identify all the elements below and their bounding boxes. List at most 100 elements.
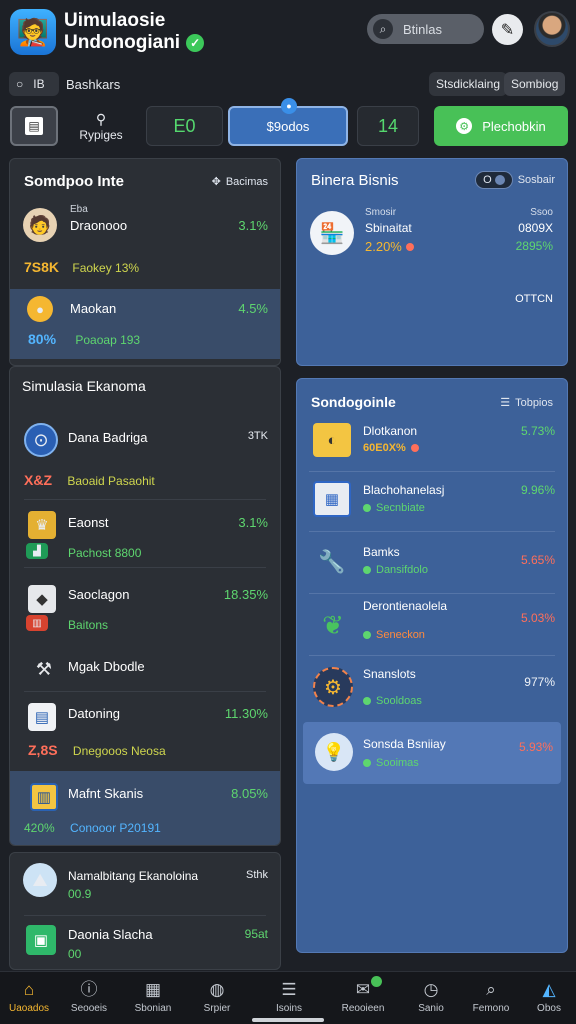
gear-network-icon: ⚙ [313, 667, 353, 707]
panel-title: Binera Bisnis [311, 172, 399, 189]
item-name: Snanslots [363, 667, 416, 681]
panel-title: Sondogoinle [311, 394, 396, 410]
nav-calendar[interactable]: ▦ Sbonian [124, 980, 182, 1014]
home-indicator [252, 1018, 324, 1022]
item-name: Daonia Slacha [68, 927, 153, 942]
business-pct: 2.20% [365, 239, 414, 254]
panel-meta[interactable]: ✥ Bacimas [212, 175, 268, 189]
list-item[interactable]: ● Maokan 4.5% 80% Poaoap 193 [10, 289, 280, 359]
nav-globe[interactable]: ◍ Srpier [188, 980, 246, 1014]
toggle-switch[interactable]: O [475, 171, 513, 189]
nav-home[interactable]: ⌂ Uaoados [0, 980, 58, 1014]
list-item[interactable]: ▥ Mafnt Skanis 8.05% 420% Conooor P20191 [10, 771, 280, 845]
nav-chart[interactable]: ◭ Obos [520, 980, 576, 1014]
panel-meta[interactable]: O Sosbair [475, 171, 555, 189]
item-sub: Baitons [68, 618, 109, 632]
list-item[interactable]: ◆ Saoclagon 18.35% ▥ Baitons [10, 575, 280, 637]
chart-icon: ▟ [26, 543, 48, 559]
bottom-nav: ⌂ Uaoados ⓘ Seooeis ▦ Sbonian ◍ Srpier ☰ Isoi… [0, 971, 576, 1024]
item-name: Dana Badriga [68, 430, 148, 445]
message-icon: ✉ [355, 980, 371, 999]
user-avatar[interactable] [534, 11, 570, 47]
search-bar[interactable]: ⌕ Btinlas [367, 14, 484, 44]
bar-chart-icon: ▥ [26, 615, 48, 631]
nav-clock[interactable]: ◷ Sanio [402, 980, 460, 1014]
filter-label: Bashkars [66, 77, 121, 92]
divider [24, 499, 266, 500]
business-name: Sbinaitat [365, 221, 412, 235]
filter-chip-2[interactable]: Sombiog [504, 72, 566, 96]
leaf-icon: ❦ [322, 609, 344, 640]
nav-search[interactable]: ⌕ Femono [462, 980, 520, 1014]
list-item[interactable]: ♛ Eaonst 3.1% ▟ Pachost 8800 [10, 503, 280, 565]
nav-info[interactable]: ⓘ Seooeis [60, 980, 118, 1014]
item-sub: Z,8S Dnegooos Neosa [28, 742, 166, 758]
list-item[interactable]: 🧑 Eba Draonooo 3.1% 7S8K Faokey 13% [10, 199, 280, 289]
tools-icon: ⚒ [35, 658, 53, 679]
item-sub: Seneckon [363, 629, 425, 641]
document-chart-icon: ▤ [28, 703, 56, 731]
shop-icon: 🏪 [310, 211, 354, 255]
item-pct: 18.35% [223, 587, 268, 602]
list-icon: ☰ [281, 980, 297, 999]
divider [309, 655, 555, 656]
item-name: Mgak Dbodle [68, 659, 145, 674]
trophy-icon: ♛ [28, 511, 56, 539]
app-logo[interactable]: 🧑‍🏫 [10, 9, 56, 55]
item-pct: 8.05% [231, 786, 268, 801]
item-pct: 95at [244, 927, 268, 941]
item-sub: Sooimas [363, 757, 419, 769]
small-label: Smosir [365, 207, 397, 218]
stat-14[interactable]: 14 [357, 106, 419, 146]
action-button[interactable]: ⚙ Plechobkin [434, 106, 568, 146]
info-icon: ⓘ [80, 980, 98, 999]
left-panel-3: ⛰ Namalbitang Ekanoloina Sthk 00.9 ▣ Dao… [9, 852, 281, 970]
list-item[interactable]: ⚙ Snanslots Sooldoas 977% [297, 661, 569, 723]
panel-meta-label: Bacimas [225, 175, 268, 188]
pin-label: Rypiges [79, 127, 123, 142]
item-pct: 3.1% [238, 218, 268, 233]
notification-badge [371, 976, 382, 987]
item-pct: 5.93% [518, 740, 553, 754]
document-button[interactable]: ▤ [10, 106, 58, 146]
edit-pen-icon[interactable]: ✎ [492, 14, 523, 45]
divider [24, 691, 266, 692]
nav-list[interactable]: ☰ Isoins [260, 980, 318, 1014]
list-item[interactable]: ⚒ Mgak Dbodle [10, 647, 280, 691]
item-pct: 4.5% [238, 301, 268, 316]
item-sub: Pachost 8800 [68, 546, 142, 560]
list-item[interactable]: ◐ Dlotkanon 60E0X% 5.73% [297, 413, 569, 475]
item-sub: 60E0X% [363, 442, 419, 454]
filter-chip-1[interactable]: Stsdicklaing [429, 72, 508, 96]
item-name: Dlotkanon [363, 424, 418, 438]
item-sub: 00 [68, 947, 82, 961]
stat-e0[interactable]: E0 [146, 106, 223, 146]
list-item[interactable]: ▤ Datoning 11.30% Z,8S Dnegooos Neosa [10, 695, 280, 771]
panel-title: Simulasia Ekanoma [22, 378, 146, 394]
divider [309, 531, 555, 532]
id-chip[interactable]: ○ IB [9, 72, 59, 96]
item-sub: 7S8K Faokey 13% [24, 259, 140, 275]
app-title: Uimulaosie Undonogiani ✓ [64, 10, 205, 54]
list-item-selected[interactable]: 💡 Sonsda Bsniiay Sooimas 5.93% [303, 722, 561, 784]
puzzle-icon: ◆ [28, 585, 56, 613]
home-icon: ⌂ [23, 980, 35, 999]
list-item[interactable]: 🔧 Bamks Dansifdolo 5.65% [297, 535, 569, 597]
list-item[interactable]: ⛰ Namalbitang Ekanoloina Sthk 00.9 [10, 859, 280, 913]
right-panel-1: Binera Bisnis O Sosbair 🏪 Smosir Sbinait… [296, 158, 568, 515]
item-sub: Secnbiate [363, 502, 425, 514]
pin-button[interactable]: ⚲ Rypiges [64, 106, 138, 146]
item-name: Blachohanelasj [363, 483, 445, 497]
list-item[interactable]: ❦ Derontienaolela Seneckon 5.03% [297, 597, 569, 659]
panel-meta[interactable]: ☰ Tobpios [500, 396, 553, 410]
divider [309, 471, 555, 472]
list-item[interactable]: ▣ Daonia Slacha 95at 00 [10, 919, 280, 969]
item-name: Namalbitang Ekanoloina [68, 869, 199, 883]
item-sub: 00.9 [68, 887, 92, 901]
item-sub: 420% Conooor P20191 [24, 821, 161, 835]
list-item[interactable]: ⊙ Dana Badriga 3TK X&Z Baoaid Pasaohit [10, 417, 280, 497]
list-item[interactable]: ▦ Blachohanelasj Secnbiate 9.96% [297, 473, 569, 535]
location-pin-icon: ● [281, 98, 297, 114]
item-pct: 5.65% [520, 553, 555, 567]
nav-messages[interactable]: ✉ Reooieen [334, 976, 392, 1014]
